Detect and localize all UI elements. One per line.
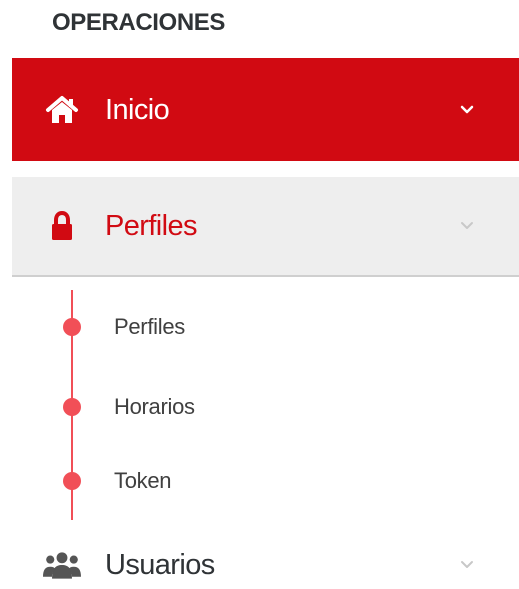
chevron-down-icon[interactable]	[460, 560, 474, 570]
chevron-down-icon[interactable]	[460, 105, 474, 115]
sidebar-item-label: Usuarios	[105, 548, 215, 581]
lock-icon	[43, 207, 81, 245]
sidebar-item-inicio[interactable]: Inicio	[12, 58, 519, 161]
submenu-dot	[63, 318, 81, 336]
submenu-item-label: Token	[114, 468, 172, 493]
submenu-item-label: Perfiles	[114, 314, 185, 339]
submenu-item-label: Horarios	[114, 394, 195, 419]
sidebar-item-usuarios[interactable]: Usuarios	[12, 540, 519, 589]
sidebar-item-perfiles[interactable]: Perfiles	[12, 177, 519, 277]
chevron-down-icon[interactable]	[460, 221, 474, 231]
operations-sidebar: OPERACIONES Inicio Perfiles Perfiles Hor…	[0, 0, 519, 589]
home-icon	[43, 91, 81, 129]
users-icon	[43, 546, 81, 584]
submenu-dot	[63, 398, 81, 416]
submenu-item-token[interactable]: Token	[12, 459, 432, 503]
section-title: OPERACIONES	[52, 9, 225, 36]
perfiles-submenu: Perfiles Horarios Token	[12, 278, 519, 540]
submenu-dot	[63, 472, 81, 490]
submenu-item-horarios[interactable]: Horarios	[12, 385, 432, 429]
sidebar-item-label: Perfiles	[105, 210, 198, 242]
sidebar-item-label: Inicio	[105, 93, 170, 126]
submenu-item-perfiles[interactable]: Perfiles	[12, 305, 432, 349]
